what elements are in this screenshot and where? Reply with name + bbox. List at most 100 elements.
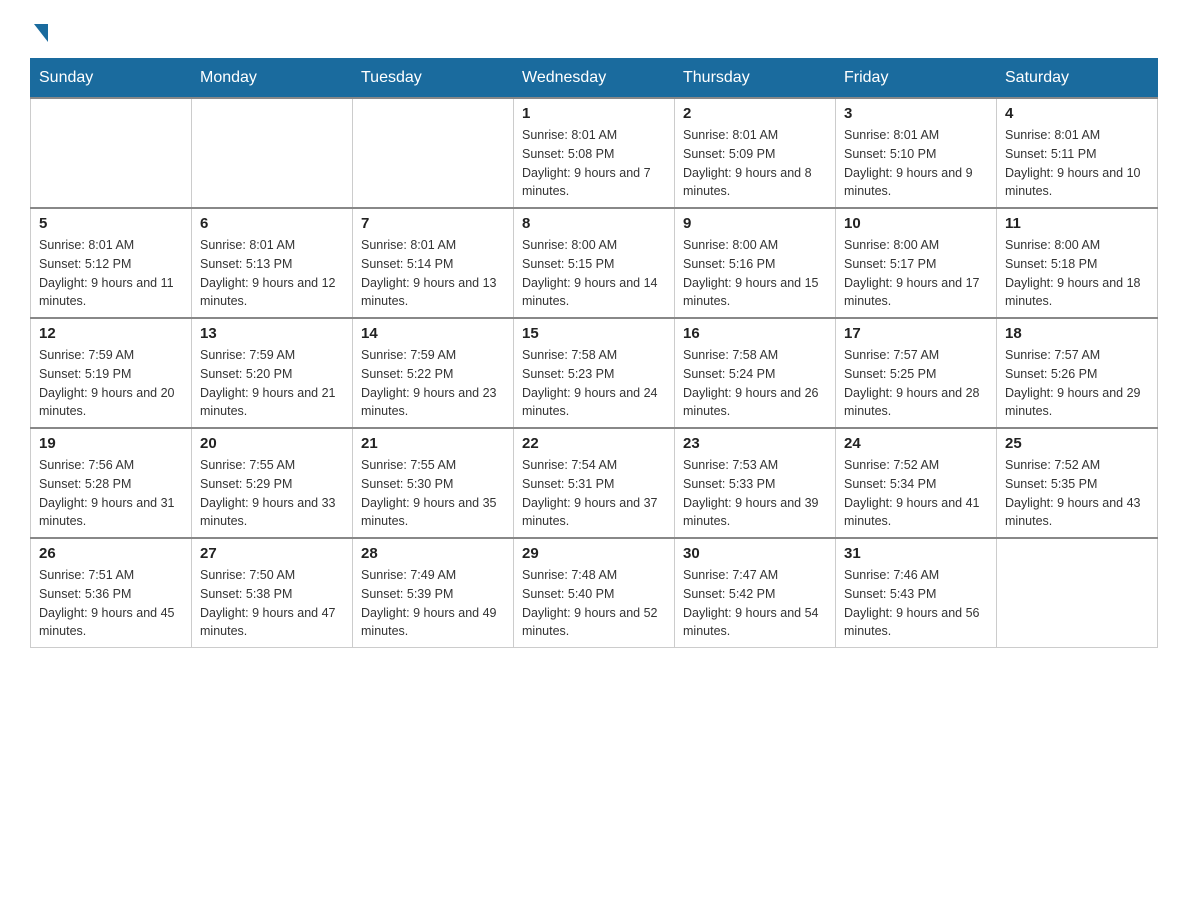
calendar-cell: 23 Sunrise: 7:53 AMSunset: 5:33 PMDayligh… bbox=[675, 428, 836, 538]
day-number: 2 bbox=[683, 105, 827, 122]
day-info: Sunrise: 7:48 AMSunset: 5:40 PMDaylight:… bbox=[522, 566, 666, 641]
day-number: 3 bbox=[844, 105, 988, 122]
day-info: Sunrise: 7:54 AMSunset: 5:31 PMDaylight:… bbox=[522, 456, 666, 531]
day-info: Sunrise: 8:00 AMSunset: 5:16 PMDaylight:… bbox=[683, 236, 827, 311]
day-number: 8 bbox=[522, 215, 666, 232]
day-info: Sunrise: 7:55 AMSunset: 5:30 PMDaylight:… bbox=[361, 456, 505, 531]
day-number: 19 bbox=[39, 435, 183, 452]
day-number: 11 bbox=[1005, 215, 1149, 232]
calendar-cell: 16 Sunrise: 7:58 AMSunset: 5:24 PMDayligh… bbox=[675, 318, 836, 428]
day-number: 1 bbox=[522, 105, 666, 122]
calendar-cell bbox=[31, 98, 192, 208]
calendar-cell: 19Sunrise: 7:56 AMSunset: 5:28 PMDayligh… bbox=[31, 428, 192, 538]
day-info: Sunrise: 8:00 AMSunset: 5:18 PMDaylight:… bbox=[1005, 236, 1149, 311]
day-number: 15 bbox=[522, 325, 666, 342]
calendar-cell bbox=[997, 538, 1158, 648]
day-info: Sunrise: 7:52 AMSunset: 5:34 PMDaylight:… bbox=[844, 456, 988, 531]
calendar-cell: 13Sunrise: 7:59 AMSunset: 5:20 PMDayligh… bbox=[192, 318, 353, 428]
day-info: Sunrise: 8:00 AMSunset: 5:15 PMDaylight:… bbox=[522, 236, 666, 311]
day-number: 29 bbox=[522, 545, 666, 562]
day-info: Sunrise: 7:51 AMSunset: 5:36 PMDaylight:… bbox=[39, 566, 183, 641]
logo bbox=[30, 20, 48, 38]
day-info: Sunrise: 8:01 AMSunset: 5:09 PMDaylight:… bbox=[683, 126, 827, 201]
day-number: 26 bbox=[39, 545, 183, 562]
day-info: Sunrise: 7:52 AMSunset: 5:35 PMDaylight:… bbox=[1005, 456, 1149, 531]
day-number: 16 bbox=[683, 325, 827, 342]
logo-arrow-icon bbox=[34, 24, 48, 42]
calendar-week-row-4: 19Sunrise: 7:56 AMSunset: 5:28 PMDayligh… bbox=[31, 428, 1158, 538]
day-number: 12 bbox=[39, 325, 183, 342]
day-info: Sunrise: 8:01 AMSunset: 5:08 PMDaylight:… bbox=[522, 126, 666, 201]
calendar-cell: 7Sunrise: 8:01 AMSunset: 5:14 PMDaylight… bbox=[353, 208, 514, 318]
day-info: Sunrise: 7:57 AMSunset: 5:25 PMDaylight:… bbox=[844, 346, 988, 421]
day-number: 30 bbox=[683, 545, 827, 562]
calendar-cell: 1 Sunrise: 8:01 AMSunset: 5:08 PMDaylight… bbox=[514, 98, 675, 208]
calendar-table: SundayMondayTuesdayWednesdayThursdayFrid… bbox=[30, 58, 1158, 648]
calendar-header-row: SundayMondayTuesdayWednesdayThursdayFrid… bbox=[31, 59, 1158, 99]
calendar-cell: 20Sunrise: 7:55 AMSunset: 5:29 PMDayligh… bbox=[192, 428, 353, 538]
day-number: 28 bbox=[361, 545, 505, 562]
day-info: Sunrise: 7:50 AMSunset: 5:38 PMDaylight:… bbox=[200, 566, 344, 641]
calendar-cell: 3 Sunrise: 8:01 AMSunset: 5:10 PMDaylight… bbox=[836, 98, 997, 208]
day-info: Sunrise: 7:58 AMSunset: 5:23 PMDaylight:… bbox=[522, 346, 666, 421]
day-info: Sunrise: 8:01 AMSunset: 5:13 PMDaylight:… bbox=[200, 236, 344, 311]
calendar-day-header-saturday: Saturday bbox=[997, 59, 1158, 99]
day-number: 7 bbox=[361, 215, 505, 232]
calendar-cell: 24Sunrise: 7:52 AMSunset: 5:34 PMDayligh… bbox=[836, 428, 997, 538]
day-info: Sunrise: 7:59 AMSunset: 5:22 PMDaylight:… bbox=[361, 346, 505, 421]
calendar-cell: 9Sunrise: 8:00 AMSunset: 5:16 PMDaylight… bbox=[675, 208, 836, 318]
calendar-cell bbox=[192, 98, 353, 208]
day-number: 23 bbox=[683, 435, 827, 452]
calendar-cell: 26 Sunrise: 7:51 AMSunset: 5:36 PMDayligh… bbox=[31, 538, 192, 648]
day-number: 13 bbox=[200, 325, 344, 342]
page-header bbox=[30, 20, 1158, 38]
day-number: 31 bbox=[844, 545, 988, 562]
calendar-cell: 15 Sunrise: 7:58 AMSunset: 5:23 PMDayligh… bbox=[514, 318, 675, 428]
day-info: Sunrise: 8:01 AMSunset: 5:10 PMDaylight:… bbox=[844, 126, 988, 201]
day-number: 17 bbox=[844, 325, 988, 342]
day-number: 22 bbox=[522, 435, 666, 452]
day-number: 20 bbox=[200, 435, 344, 452]
day-number: 14 bbox=[361, 325, 505, 342]
day-info: Sunrise: 7:46 AMSunset: 5:43 PMDaylight:… bbox=[844, 566, 988, 641]
calendar-day-header-thursday: Thursday bbox=[675, 59, 836, 99]
calendar-cell: 2 Sunrise: 8:01 AMSunset: 5:09 PMDaylight… bbox=[675, 98, 836, 208]
calendar-cell: 17 Sunrise: 7:57 AMSunset: 5:25 PMDayligh… bbox=[836, 318, 997, 428]
day-number: 4 bbox=[1005, 105, 1149, 122]
day-info: Sunrise: 7:49 AMSunset: 5:39 PMDaylight:… bbox=[361, 566, 505, 641]
day-info: Sunrise: 7:57 AMSunset: 5:26 PMDaylight:… bbox=[1005, 346, 1149, 421]
day-info: Sunrise: 8:01 AMSunset: 5:11 PMDaylight:… bbox=[1005, 126, 1149, 201]
calendar-cell: 11 Sunrise: 8:00 AMSunset: 5:18 PMDayligh… bbox=[997, 208, 1158, 318]
day-info: Sunrise: 7:58 AMSunset: 5:24 PMDaylight:… bbox=[683, 346, 827, 421]
calendar-week-row-1: 1 Sunrise: 8:01 AMSunset: 5:08 PMDaylight… bbox=[31, 98, 1158, 208]
calendar-cell: 4 Sunrise: 8:01 AMSunset: 5:11 PMDaylight… bbox=[997, 98, 1158, 208]
day-info: Sunrise: 7:53 AMSunset: 5:33 PMDaylight:… bbox=[683, 456, 827, 531]
calendar-day-header-sunday: Sunday bbox=[31, 59, 192, 99]
day-number: 5 bbox=[39, 215, 183, 232]
calendar-cell: 12Sunrise: 7:59 AMSunset: 5:19 PMDayligh… bbox=[31, 318, 192, 428]
calendar-cell: 28 Sunrise: 7:49 AMSunset: 5:39 PMDayligh… bbox=[353, 538, 514, 648]
calendar-cell bbox=[353, 98, 514, 208]
calendar-cell: 25 Sunrise: 7:52 AMSunset: 5:35 PMDayligh… bbox=[997, 428, 1158, 538]
day-number: 21 bbox=[361, 435, 505, 452]
calendar-week-row-3: 12Sunrise: 7:59 AMSunset: 5:19 PMDayligh… bbox=[31, 318, 1158, 428]
day-number: 27 bbox=[200, 545, 344, 562]
calendar-cell: 30 Sunrise: 7:47 AMSunset: 5:42 PMDayligh… bbox=[675, 538, 836, 648]
calendar-day-header-monday: Monday bbox=[192, 59, 353, 99]
day-number: 6 bbox=[200, 215, 344, 232]
calendar-day-header-friday: Friday bbox=[836, 59, 997, 99]
calendar-cell: 27 Sunrise: 7:50 AMSunset: 5:38 PMDayligh… bbox=[192, 538, 353, 648]
calendar-day-header-wednesday: Wednesday bbox=[514, 59, 675, 99]
day-info: Sunrise: 7:47 AMSunset: 5:42 PMDaylight:… bbox=[683, 566, 827, 641]
calendar-cell: 22 Sunrise: 7:54 AMSunset: 5:31 PMDayligh… bbox=[514, 428, 675, 538]
calendar-week-row-5: 26 Sunrise: 7:51 AMSunset: 5:36 PMDayligh… bbox=[31, 538, 1158, 648]
calendar-day-header-tuesday: Tuesday bbox=[353, 59, 514, 99]
day-number: 25 bbox=[1005, 435, 1149, 452]
calendar-week-row-2: 5Sunrise: 8:01 AMSunset: 5:12 PMDaylight… bbox=[31, 208, 1158, 318]
day-info: Sunrise: 8:00 AMSunset: 5:17 PMDaylight:… bbox=[844, 236, 988, 311]
calendar-cell: 18 Sunrise: 7:57 AMSunset: 5:26 PMDayligh… bbox=[997, 318, 1158, 428]
day-number: 18 bbox=[1005, 325, 1149, 342]
calendar-cell: 6 Sunrise: 8:01 AMSunset: 5:13 PMDaylight… bbox=[192, 208, 353, 318]
calendar-cell: 21 Sunrise: 7:55 AMSunset: 5:30 PMDayligh… bbox=[353, 428, 514, 538]
calendar-cell: 8 Sunrise: 8:00 AMSunset: 5:15 PMDaylight… bbox=[514, 208, 675, 318]
